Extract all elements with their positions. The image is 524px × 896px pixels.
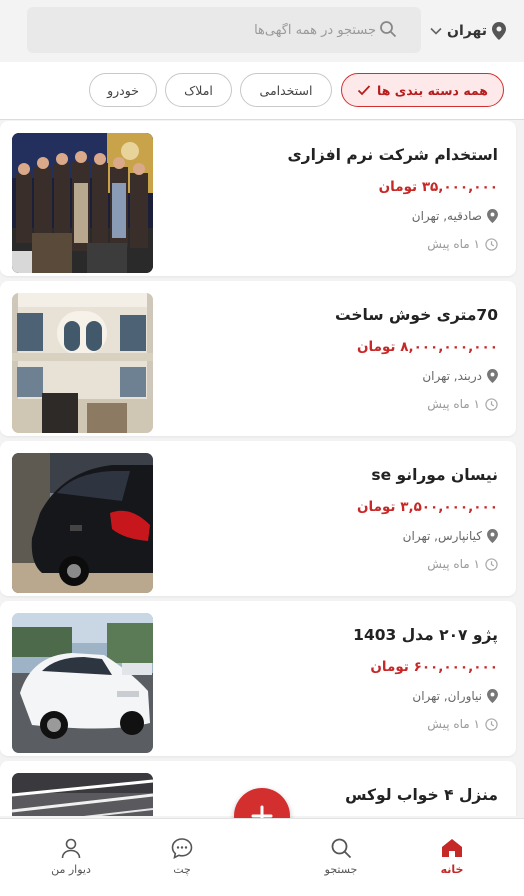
listing-title: پژو ۲۰۷ مدل 1403 xyxy=(353,626,498,644)
listing-title: نیسان مورانو se xyxy=(371,466,498,484)
listing-time: ۱ ماه پیش xyxy=(178,237,498,251)
listing-feed[interactable]: استخدام شرکت نرم افزاری ۳۵,۰۰۰,۰۰۰ تومان… xyxy=(0,121,524,816)
nav-chat[interactable]: چت xyxy=(146,837,218,879)
city-label: تهران xyxy=(447,23,487,39)
location-pin-icon xyxy=(492,22,506,40)
nav-my-wall-label: دیوار من xyxy=(51,863,91,876)
time-text: ۱ ماه پیش xyxy=(427,237,480,251)
listing-card[interactable]: نیسان مورانو se ۳,۵۰۰,۰۰۰,۰۰۰ تومان کیان… xyxy=(0,441,516,596)
search-icon xyxy=(331,838,352,859)
listing-time: ۱ ماه پیش xyxy=(178,557,498,571)
chip-label: خودرو xyxy=(107,82,139,98)
location-text: صادقیه, تهران xyxy=(411,209,482,223)
listing-image-people[interactable] xyxy=(12,133,153,273)
listing-image-black-car[interactable] xyxy=(12,453,153,593)
top-bar: تهران xyxy=(0,0,524,62)
chip-real-estate[interactable]: املاک xyxy=(165,73,232,107)
nav-home[interactable]: خانه xyxy=(416,837,488,879)
location-text: کیانپارس, تهران xyxy=(402,529,482,543)
listing-card[interactable]: استخدام شرکت نرم افزاری ۳۵,۰۰۰,۰۰۰ تومان… xyxy=(0,121,516,276)
chat-icon xyxy=(171,838,193,859)
nav-search[interactable]: جستجو xyxy=(305,837,377,879)
listing-image-interior[interactable] xyxy=(12,773,153,816)
search-input[interactable] xyxy=(76,22,376,38)
listing-time: ۱ ماه پیش xyxy=(178,717,498,731)
location-pin-icon xyxy=(487,209,498,223)
listing-location: نیاوران, تهران xyxy=(178,689,498,703)
listing-card[interactable]: پژو ۲۰۷ مدل 1403 ۶۰۰,۰۰۰,۰۰۰ تومان نیاور… xyxy=(0,601,516,756)
listing-image-building[interactable] xyxy=(12,293,153,433)
listing-location: صادقیه, تهران xyxy=(178,209,498,223)
chip-all-label: همه دسته بندی ها xyxy=(377,82,488,98)
clock-icon xyxy=(485,237,498,251)
clock-icon xyxy=(485,557,498,571)
listing-price: ۸,۰۰۰,۰۰۰,۰۰۰ تومان xyxy=(357,339,498,355)
listing-title: استخدام شرکت نرم افزاری xyxy=(287,146,498,164)
listing-card[interactable]: 70متری خوش ساخت ۸,۰۰۰,۰۰۰,۰۰۰ تومان دربن… xyxy=(0,281,516,436)
chip-label: استخدامی xyxy=(259,82,313,98)
home-icon xyxy=(442,839,462,857)
listing-title: منزل ۴ خواب لوکس xyxy=(345,786,498,804)
listing-price: ۳۵,۰۰۰,۰۰۰ تومان xyxy=(378,179,498,195)
location-pin-icon xyxy=(487,369,498,383)
time-text: ۱ ماه پیش xyxy=(427,557,480,571)
listing-location: کیانپارس, تهران xyxy=(178,529,498,543)
time-text: ۱ ماه پیش xyxy=(427,717,480,731)
chevron-down-icon xyxy=(430,27,442,35)
chip-vehicles[interactable]: خودرو xyxy=(89,73,157,107)
listing-price: ۳,۵۰۰,۰۰۰,۰۰۰ تومان xyxy=(357,499,498,515)
bottom-navigation: خانه جستجو چت دیوار من xyxy=(0,818,524,896)
chip-jobs[interactable]: استخدامی xyxy=(240,73,332,107)
location-text: دربند, تهران xyxy=(422,369,482,383)
city-selector[interactable]: تهران xyxy=(430,19,506,43)
listing-location: دربند, تهران xyxy=(178,369,498,383)
nav-home-label: خانه xyxy=(440,863,464,876)
check-icon xyxy=(357,85,371,96)
nav-chat-label: چت xyxy=(173,863,191,876)
nav-my-wall[interactable]: دیوار من xyxy=(35,837,107,879)
clock-icon xyxy=(485,397,498,411)
time-text: ۱ ماه پیش xyxy=(427,397,480,411)
location-text: نیاوران, تهران xyxy=(412,689,482,703)
search-box[interactable] xyxy=(27,7,421,53)
search-icon xyxy=(380,21,397,38)
location-pin-icon xyxy=(487,689,498,703)
listing-price: ۶۰۰,۰۰۰,۰۰۰ تومان xyxy=(370,659,498,675)
listing-title: 70متری خوش ساخت xyxy=(334,306,498,324)
user-icon xyxy=(61,838,81,859)
chip-label: املاک xyxy=(184,82,213,98)
chip-all-categories[interactable]: همه دسته بندی ها xyxy=(341,73,504,107)
nav-search-label: جستجو xyxy=(324,863,358,876)
listing-time: ۱ ماه پیش xyxy=(178,397,498,411)
category-filter-bar: همه دسته بندی ها استخدامی املاک خودرو xyxy=(0,62,524,120)
listing-image-white-car[interactable] xyxy=(12,613,153,753)
clock-icon xyxy=(485,717,498,731)
location-pin-icon xyxy=(487,529,498,543)
